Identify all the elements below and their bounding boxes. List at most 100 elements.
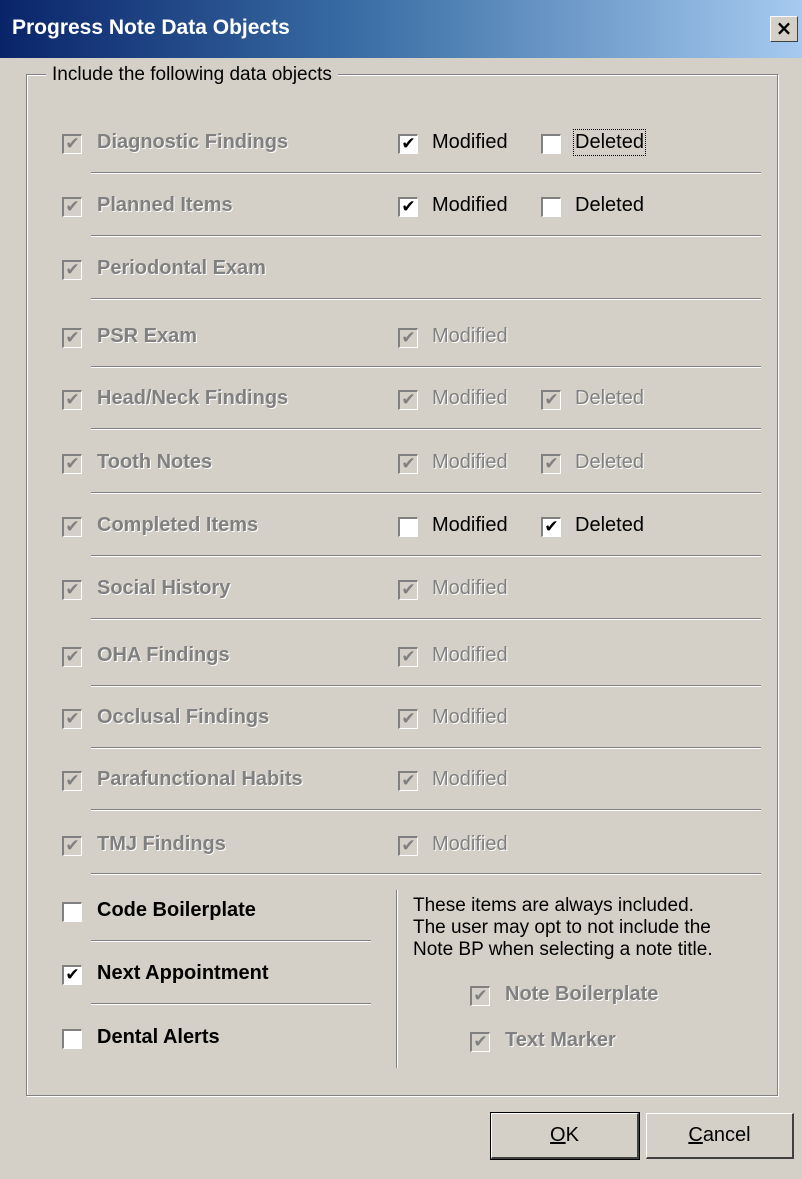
completed-items-label: Completed Items — [97, 514, 259, 536]
text-marker-label: Text Marker — [505, 1029, 616, 1051]
diagnostic-findings-label: Diagnostic Findings — [97, 131, 289, 153]
completed-items-checkbox: ✔ — [62, 517, 82, 537]
checkmark-icon: ✔ — [544, 390, 559, 410]
checkmark-icon: ✔ — [65, 390, 80, 410]
checkmark-icon: ✔ — [65, 197, 80, 217]
close-icon: × — [775, 16, 793, 40]
code-boilerplate-checkbox[interactable] — [62, 902, 82, 922]
checkmark-icon: ✔ — [401, 647, 416, 667]
tooth-notes-modified-checkbox: ✔ — [398, 454, 418, 474]
row-separator — [91, 809, 761, 811]
head-neck-findings-modified-label: Modified — [432, 387, 508, 409]
tmj-findings-checkbox: ✔ — [62, 836, 82, 856]
checkmark-icon: ✔ — [401, 390, 416, 410]
social-history-modified-label: Modified — [432, 577, 508, 599]
note-boilerplate-checkbox: ✔ — [470, 986, 490, 1006]
occlusal-findings-modified-checkbox: ✔ — [398, 709, 418, 729]
checkmark-icon: ✔ — [473, 1032, 488, 1052]
tmj-findings-label: TMJ Findings — [97, 833, 226, 855]
title-bar: Progress Note Data Objects × — [0, 0, 802, 58]
periodontal-exam-label: Periodontal Exam — [97, 257, 266, 279]
completed-items-deleted-label: Deleted — [575, 514, 644, 536]
checkmark-icon: ✔ — [65, 134, 80, 154]
occlusal-findings-label: Occlusal Findings — [97, 706, 270, 728]
oha-findings-modified-checkbox: ✔ — [398, 647, 418, 667]
diagnostic-findings-deleted-checkbox[interactable] — [541, 134, 561, 154]
checkmark-icon: ✔ — [544, 454, 559, 474]
checkmark-icon: ✔ — [65, 580, 80, 600]
row-separator — [91, 555, 761, 557]
diagnostic-findings-checkbox: ✔ — [62, 134, 82, 154]
checkmark-icon: ✔ — [65, 647, 80, 667]
checkmark-icon: ✔ — [65, 771, 80, 791]
parafunctional-habits-modified-checkbox: ✔ — [398, 771, 418, 791]
oha-findings-label: OHA Findings — [97, 644, 230, 666]
tmj-findings-modified-label: Modified — [432, 833, 508, 855]
next-appointment-checkbox[interactable]: ✔ — [62, 965, 82, 985]
checkmark-icon: ✔ — [401, 580, 416, 600]
social-history-modified-checkbox: ✔ — [398, 580, 418, 600]
head-neck-findings-deleted-label: Deleted — [575, 387, 644, 409]
row-separator — [91, 747, 761, 749]
psr-exam-modified-label: Modified — [432, 325, 508, 347]
info-line: The user may opt to not include the — [413, 917, 711, 938]
window-title: Progress Note Data Objects — [12, 16, 290, 39]
planned-items-label: Planned Items — [97, 194, 233, 216]
completed-items-modified-checkbox[interactable] — [398, 517, 418, 537]
head-neck-findings-checkbox: ✔ — [62, 390, 82, 410]
checkmark-icon: ✔ — [401, 836, 416, 856]
tooth-notes-modified-label: Modified — [432, 451, 508, 473]
vertical-separator — [396, 890, 398, 1068]
social-history-checkbox: ✔ — [62, 580, 82, 600]
tmj-findings-modified-checkbox: ✔ — [398, 836, 418, 856]
head-neck-findings-modified-checkbox: ✔ — [398, 390, 418, 410]
tooth-notes-deleted-checkbox: ✔ — [541, 454, 561, 474]
cancel-label-rest: ancel — [702, 1124, 751, 1146]
checkmark-icon: ✔ — [401, 134, 416, 154]
psr-exam-checkbox: ✔ — [62, 328, 82, 348]
planned-items-deleted-label: Deleted — [575, 194, 644, 216]
parafunctional-habits-checkbox: ✔ — [62, 771, 82, 791]
social-history-label: Social History — [97, 577, 231, 599]
checkmark-icon: ✔ — [65, 260, 80, 280]
completed-items-deleted-checkbox[interactable]: ✔ — [541, 517, 561, 537]
next-appointment-label: Next Appointment — [97, 962, 269, 984]
checkmark-icon: ✔ — [401, 454, 416, 474]
dental-alerts-checkbox[interactable] — [62, 1029, 82, 1049]
occlusal-findings-checkbox: ✔ — [62, 709, 82, 729]
close-button[interactable]: × — [770, 16, 798, 42]
row-separator — [91, 618, 761, 620]
tooth-notes-deleted-label: Deleted — [575, 451, 644, 473]
checkmark-icon: ✔ — [401, 771, 416, 791]
cancel-mnemonic: C — [688, 1124, 703, 1146]
oha-findings-checkbox: ✔ — [62, 647, 82, 667]
head-neck-findings-deleted-checkbox: ✔ — [541, 390, 561, 410]
checkmark-icon: ✔ — [473, 986, 488, 1006]
ok-mnemonic: O — [550, 1124, 566, 1146]
tooth-notes-label: Tooth Notes — [97, 451, 213, 473]
group-legend: Include the following data objects — [46, 64, 338, 86]
ok-button[interactable]: OK — [490, 1112, 640, 1160]
planned-items-modified-label: Modified — [432, 194, 508, 216]
row-separator — [91, 172, 761, 174]
checkmark-icon: ✔ — [401, 328, 416, 348]
checkmark-icon: ✔ — [65, 709, 80, 729]
note-boilerplate-label: Note Boilerplate — [505, 983, 659, 1005]
always-included-info: These items are always included. The use… — [413, 895, 713, 961]
info-line: Note BP when selecting a note title. — [413, 939, 713, 960]
completed-items-modified-label: Modified — [432, 514, 508, 536]
checkmark-icon: ✔ — [65, 965, 80, 985]
planned-items-deleted-checkbox[interactable] — [541, 197, 561, 217]
oha-findings-modified-label: Modified — [432, 644, 508, 666]
psr-exam-modified-checkbox: ✔ — [398, 328, 418, 348]
cancel-button[interactable]: Cancel — [646, 1113, 794, 1159]
row-separator — [91, 492, 761, 494]
checkmark-icon: ✔ — [401, 197, 416, 217]
checkmark-icon: ✔ — [65, 836, 80, 856]
planned-items-modified-checkbox[interactable]: ✔ — [398, 197, 418, 217]
checkmark-icon: ✔ — [544, 517, 559, 537]
dental-alerts-label: Dental Alerts — [97, 1026, 220, 1048]
checkmark-icon: ✔ — [65, 328, 80, 348]
checkmark-icon: ✔ — [401, 709, 416, 729]
diagnostic-findings-modified-checkbox[interactable]: ✔ — [398, 134, 418, 154]
